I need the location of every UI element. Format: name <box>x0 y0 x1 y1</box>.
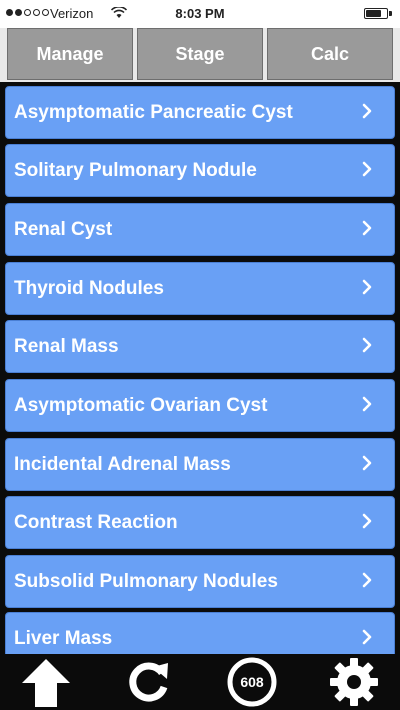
tab-manage[interactable]: Manage <box>7 28 133 80</box>
bottom-toolbar: 608 <box>0 654 400 710</box>
list-item-label: Renal Cyst <box>14 219 113 240</box>
topic-list: Asymptomatic Pancreatic Cyst Solitary Pu… <box>0 82 400 654</box>
battery-icon <box>364 8 388 19</box>
list-item-label: Contrast Reaction <box>14 512 178 533</box>
list-item-label: Asymptomatic Ovarian Cyst <box>14 395 268 416</box>
chevron-right-icon <box>362 279 372 295</box>
list-item-renal-mass[interactable]: Renal Mass <box>5 320 395 373</box>
list-item-solitary-pulmonary-nodule[interactable]: Solitary Pulmonary Nodule <box>5 144 395 197</box>
refresh-button[interactable] <box>120 656 176 708</box>
status-bar: Verizon 8:03 PM <box>0 0 400 28</box>
chevron-right-icon <box>362 572 372 588</box>
chevron-right-icon <box>362 220 372 236</box>
list-item-renal-cyst[interactable]: Renal Cyst <box>5 203 395 256</box>
chevron-right-icon <box>362 161 372 177</box>
list-item-incidental-adrenal-mass[interactable]: Incidental Adrenal Mass <box>5 438 395 491</box>
home-arrow-icon <box>22 659 70 707</box>
refresh-icon <box>129 662 168 702</box>
list-item-thyroid-nodules[interactable]: Thyroid Nodules <box>5 262 395 315</box>
list-item-contrast-reaction[interactable]: Contrast Reaction <box>5 496 395 549</box>
list-item-liver-mass[interactable]: Liver Mass <box>5 612 395 654</box>
count-badge-button[interactable]: 608 <box>224 656 280 708</box>
list-item-label: Thyroid Nodules <box>14 278 164 299</box>
list-item-asymptomatic-ovarian-cyst[interactable]: Asymptomatic Ovarian Cyst <box>5 379 395 432</box>
list-item-label: Subsolid Pulmonary Nodules <box>14 571 278 592</box>
list-item-subsolid-pulmonary-nodules[interactable]: Subsolid Pulmonary Nodules <box>5 555 395 608</box>
list-item-label: Renal Mass <box>14 336 119 357</box>
tab-calc[interactable]: Calc <box>267 28 393 80</box>
status-time: 8:03 PM <box>175 6 225 21</box>
list-item-label: Liver Mass <box>14 628 113 649</box>
home-button[interactable] <box>18 656 74 708</box>
chevron-right-icon <box>362 337 372 353</box>
list-item-label: Incidental Adrenal Mass <box>14 454 231 475</box>
list-item-label: Solitary Pulmonary Nodule <box>14 160 257 181</box>
chevron-right-icon <box>362 513 372 529</box>
list-item-asymptomatic-pancreatic-cyst[interactable]: Asymptomatic Pancreatic Cyst <box>5 86 395 139</box>
chevron-right-icon <box>362 629 372 645</box>
chevron-right-icon <box>362 455 372 471</box>
chevron-right-icon <box>362 103 372 119</box>
chevron-right-icon <box>362 396 372 412</box>
gear-icon <box>330 658 378 706</box>
settings-button[interactable] <box>326 656 382 708</box>
tab-bar: Manage Stage Calc <box>0 28 400 82</box>
tab-stage[interactable]: Stage <box>137 28 263 80</box>
list-item-label: Asymptomatic Pancreatic Cyst <box>14 102 293 123</box>
count-badge-text: 608 <box>240 674 264 690</box>
